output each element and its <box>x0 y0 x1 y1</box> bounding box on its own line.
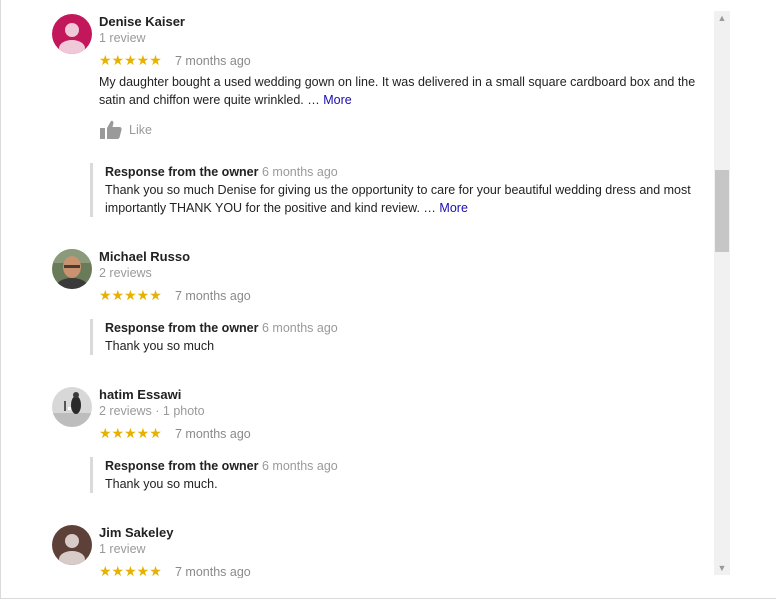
owner-response: Response from the owner 6 months ago Tha… <box>90 457 712 493</box>
review-time: 7 months ago <box>175 427 251 441</box>
response-time: 6 months ago <box>261 459 338 473</box>
response-time: 6 months ago <box>261 165 338 179</box>
response-text: Thank you so much <box>105 339 215 353</box>
reviews-panel: Denise Kaiser 1 review ★★★★★ 7 months ag… <box>0 0 776 599</box>
response-title: Response from the owner <box>105 165 259 179</box>
scrollbar-thumb[interactable] <box>715 170 729 252</box>
like-button[interactable]: Like <box>99 120 152 140</box>
scroll-up-button[interactable]: ▲ <box>714 11 730 25</box>
review-body: My daughter bought a used wedding gown o… <box>99 75 696 107</box>
reviewer-name[interactable]: Denise Kaiser <box>99 14 185 29</box>
star-rating: ★★★★★ <box>99 52 162 68</box>
avatar[interactable] <box>52 387 92 427</box>
reviews-list: Denise Kaiser 1 review ★★★★★ 7 months ag… <box>2 0 712 578</box>
scrollbar[interactable]: ▲ ▼ <box>714 11 730 575</box>
like-label: Like <box>129 123 152 137</box>
avatar[interactable] <box>52 525 92 565</box>
response-text: Thank you so much. <box>105 477 218 491</box>
review-text: My daughter bought a used wedding gown o… <box>99 73 699 109</box>
thumbs-up-icon <box>100 120 122 139</box>
reviewer-meta: 1 review <box>99 31 146 45</box>
star-rating: ★★★★★ <box>99 563 162 578</box>
owner-response: Response from the owner 6 months ago Tha… <box>90 163 712 217</box>
response-time: 6 months ago <box>261 321 338 335</box>
response-text: Thank you so much Denise for giving us t… <box>105 181 712 217</box>
owner-response: Response from the owner 6 months ago Tha… <box>90 319 712 355</box>
more-link[interactable]: More <box>323 93 351 107</box>
response-body: Thank you so much Denise for giving us t… <box>105 183 691 215</box>
avatar[interactable] <box>52 14 92 54</box>
reviewer-name[interactable]: Jim Sakeley <box>99 525 173 540</box>
response-title: Response from the owner <box>105 321 259 335</box>
review-time: 7 months ago <box>175 289 251 303</box>
response-title: Response from the owner <box>105 459 259 473</box>
review-time: 7 months ago <box>175 565 251 578</box>
star-rating: ★★★★★ <box>99 425 162 441</box>
reviewer-meta: 2 reviews <box>99 266 152 280</box>
reviewer-name[interactable]: hatim Essawi <box>99 387 181 402</box>
scroll-down-button[interactable]: ▼ <box>714 561 730 575</box>
star-rating: ★★★★★ <box>99 287 162 303</box>
reviewer-meta: 2 reviews · 1 photo <box>99 404 205 418</box>
more-link[interactable]: More <box>439 201 467 215</box>
reviewer-name[interactable]: Michael Russo <box>99 249 190 264</box>
reviewer-meta: 1 review <box>99 542 146 556</box>
avatar[interactable] <box>52 249 92 289</box>
review-time: 7 months ago <box>175 54 251 68</box>
